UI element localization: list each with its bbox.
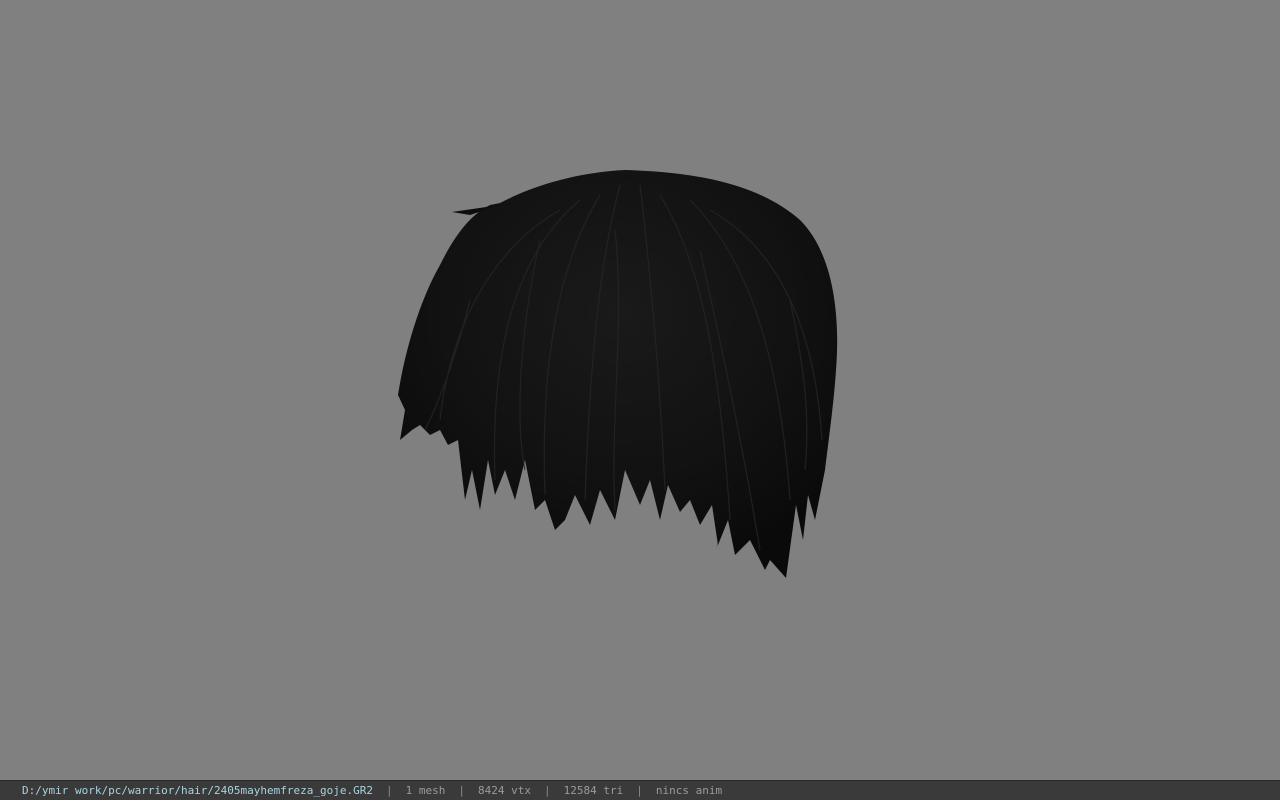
status-separator: | — [636, 784, 643, 797]
triangle-count: 12584 tri — [563, 784, 624, 797]
3d-viewport[interactable] — [0, 0, 1280, 780]
status-bar: D:/ymir work/pc/warrior/hair/2405mayhemf… — [0, 780, 1280, 800]
hair-mass — [398, 170, 838, 578]
hair-model[interactable] — [0, 0, 1280, 780]
mesh-count: 1 mesh — [405, 784, 446, 797]
anim-status: nincs anim — [655, 784, 723, 797]
status-separator: | — [543, 784, 551, 797]
status-separator: | — [386, 784, 393, 797]
vertex-count: 8424 vtx — [478, 784, 531, 797]
file-path: D:/ymir work/pc/warrior/hair/2405mayhemf… — [22, 784, 373, 797]
status-separator: | — [458, 784, 465, 797]
